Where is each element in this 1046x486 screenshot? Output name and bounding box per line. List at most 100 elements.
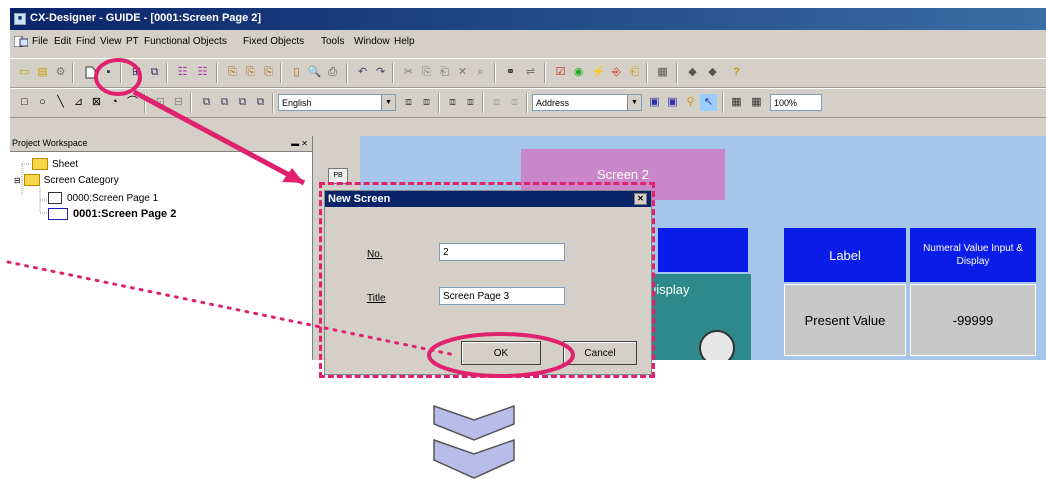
label-header[interactable]: Label — [784, 228, 906, 282]
cross-reference-icon[interactable]: ⇌ — [522, 64, 539, 81]
symbol-table-icon[interactable]: ☷ — [194, 64, 211, 81]
open-icon[interactable]: ▤ — [34, 64, 51, 81]
group-icon[interactable]: ⊡ — [152, 94, 169, 111]
check-icon[interactable]: ☑ — [552, 64, 569, 81]
numeral-value-display[interactable]: -99999 — [910, 284, 1036, 356]
new-project-icon[interactable]: ▭ — [16, 64, 33, 81]
collapse-icon[interactable]: ⊟ — [14, 176, 21, 185]
folder-icon — [32, 158, 48, 170]
zoom-select[interactable]: 100% — [770, 94, 822, 111]
screen-page-icon — [48, 192, 62, 204]
link-icon[interactable]: ⚙ — [52, 64, 69, 81]
tree-item-screen-page-2[interactable]: 0001:Screen Page 2 — [48, 208, 176, 220]
save-icon[interactable]: ▪ — [100, 64, 117, 81]
bring-front-icon[interactable]: ⧉ — [198, 94, 215, 111]
chevron-down-icon — [433, 404, 515, 441]
label-icon[interactable]: ⧈ — [400, 94, 417, 111]
cut-screen-icon[interactable]: ⎘ — [224, 64, 241, 81]
binoculars-icon[interactable]: ⚭ — [502, 64, 519, 81]
transfer-from-pt-icon[interactable]: ⎗ — [626, 64, 643, 81]
zoom-icon[interactable]: ⚲ — [682, 94, 699, 111]
separator — [646, 63, 648, 83]
standard-toolbar: ▭ ▤ ⚙ ▪ ⊞ ⧉ ☷ ☷ ⎘ ⎘ ⎘ ▯ 🔍 ⎙ ↶ ↷ ✂ ⎘ ⎗ ✕ … — [10, 58, 1046, 88]
tree-item-screen-category[interactable]: ⊟ Screen Category — [14, 174, 119, 186]
language-value: English — [282, 98, 312, 108]
language-select[interactable]: English ▼ — [278, 94, 396, 111]
copy-edit-icon[interactable]: ⎘ — [418, 64, 435, 81]
on-off-alt-icon[interactable]: ⧈ — [506, 94, 523, 111]
tree-item-label: 0001:Screen Page 2 — [73, 208, 177, 220]
state-list-icon[interactable]: ⧈ — [462, 94, 479, 111]
paste-edit-icon[interactable]: ⎗ — [436, 64, 453, 81]
new-screen-icon[interactable] — [82, 64, 99, 81]
delete-icon[interactable]: ✕ — [454, 64, 471, 81]
find-replace-icon[interactable]: ⌕ — [472, 64, 489, 81]
redo-icon[interactable]: ↷ — [372, 64, 389, 81]
undo-icon[interactable]: ↶ — [354, 64, 371, 81]
id-view-icon[interactable]: ▣ — [664, 94, 681, 111]
paste-icon[interactable]: ⎘ — [260, 64, 277, 81]
menu-bar: File Edit Find View PT Functional Object… — [10, 32, 1046, 52]
rectangle-icon[interactable]: □ — [16, 94, 33, 111]
transfer-to-pt-icon[interactable]: ⎆ — [608, 64, 625, 81]
folder-icon — [23, 174, 40, 186]
menu-fixed-objects[interactable]: Fixed Objects — [243, 36, 304, 47]
symbol-icon[interactable]: ☷ — [174, 64, 191, 81]
arc-icon[interactable]: ⌒ — [124, 94, 141, 111]
send-back-icon[interactable]: ⧉ — [216, 94, 233, 111]
tree-item-screen-page-1[interactable]: 0000:Screen Page 1 — [48, 192, 158, 204]
pin-close-icon[interactable]: ▬ ✕ — [291, 136, 308, 151]
help-icon[interactable]: ? — [728, 64, 745, 81]
chevron-down-icon — [433, 438, 515, 479]
separator — [216, 63, 218, 83]
grid-icon[interactable]: ▦ — [728, 94, 745, 111]
separator — [144, 93, 146, 113]
menu-pt[interactable]: PT — [126, 36, 139, 47]
line-icon[interactable]: ╲ — [52, 94, 69, 111]
screen-page-icon — [48, 208, 68, 220]
diamond-icon[interactable]: ◆ — [684, 64, 701, 81]
backward-icon[interactable]: ⧉ — [252, 94, 269, 111]
forward-icon[interactable]: ⧉ — [234, 94, 251, 111]
menu-window[interactable]: Window — [354, 36, 390, 47]
polygon-icon[interactable]: ⊠ — [88, 94, 105, 111]
tree-item-sheet[interactable]: Sheet — [32, 158, 78, 170]
menu-functional-objects[interactable]: Functional Objects — [144, 36, 227, 47]
separator — [526, 93, 528, 113]
menu-file[interactable]: File — [32, 36, 48, 47]
menu-find[interactable]: Find — [76, 36, 95, 47]
label-list-icon[interactable]: ⧈ — [418, 94, 435, 111]
copy-screen-icon[interactable]: ⧉ — [146, 64, 163, 81]
menu-help[interactable]: Help — [394, 36, 415, 47]
test-icon[interactable]: ◉ — [570, 64, 587, 81]
properties-icon[interactable]: ⊞ — [128, 64, 145, 81]
copy-icon[interactable]: ⎘ — [242, 64, 259, 81]
menu-view[interactable]: View — [100, 36, 122, 47]
address-select[interactable]: Address ▼ — [532, 94, 642, 111]
polyline-icon[interactable]: ⊿ — [70, 94, 87, 111]
select-mode-icon[interactable]: ↖ — [700, 94, 717, 111]
numeral-header[interactable]: Numeral Value Input & Display — [910, 228, 1036, 282]
ungroup-icon[interactable]: ⊟ — [170, 94, 187, 111]
on-off-icon[interactable]: ⧈ — [488, 94, 505, 111]
sector-icon[interactable]: ◔ — [106, 94, 123, 111]
page-icon[interactable]: ▯ — [288, 64, 305, 81]
diamond-alt-icon[interactable]: ◆ — [704, 64, 721, 81]
present-value-label[interactable]: Present Value — [784, 284, 906, 356]
transfer-icon[interactable]: ⚡ — [590, 64, 607, 81]
print-icon[interactable]: ⎙ — [324, 64, 341, 81]
document-menu-icon[interactable] — [14, 36, 28, 47]
print-preview-icon[interactable]: 🔍 — [306, 64, 323, 81]
separator — [72, 63, 74, 83]
menu-tools[interactable]: Tools — [321, 36, 344, 47]
state-icon[interactable]: ⧈ — [444, 94, 461, 111]
menu-edit[interactable]: Edit — [54, 36, 71, 47]
comm-settings-icon[interactable]: ▦ — [654, 64, 671, 81]
address-view-icon[interactable]: ▣ — [646, 94, 663, 111]
separator — [438, 93, 440, 113]
blue-header-partial[interactable] — [658, 228, 748, 272]
circle-icon[interactable]: ○ — [34, 94, 51, 111]
address-value: Address — [536, 98, 570, 108]
grid-alt-icon[interactable]: ▦ — [748, 94, 765, 111]
cut-icon[interactable]: ✂ — [400, 64, 417, 81]
